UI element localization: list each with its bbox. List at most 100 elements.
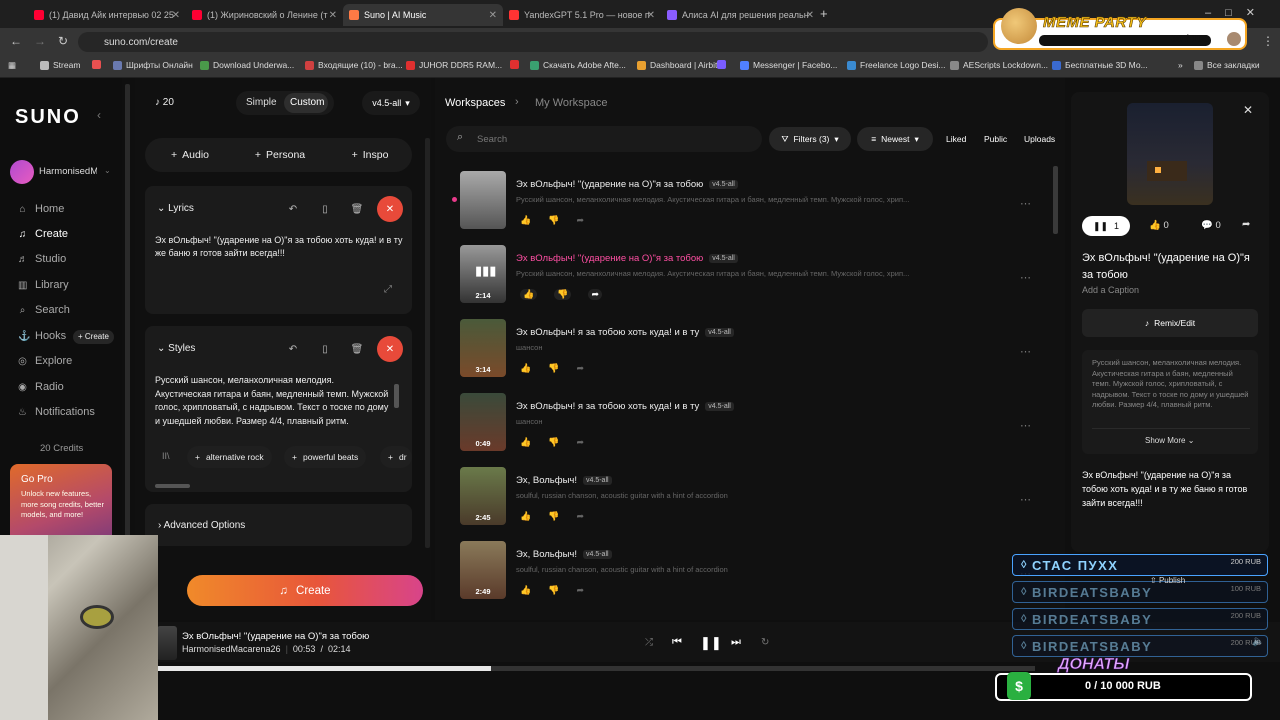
add-caption[interactable]: Add a Caption <box>1082 285 1139 295</box>
thumbs-down-icon[interactable]: 👎 <box>548 511 559 522</box>
tab-close-icon[interactable]: ✕ <box>489 10 497 21</box>
styles-header[interactable]: ⌄ Styles <box>157 343 195 354</box>
more-options-icon[interactable]: ⋯ <box>1020 271 1031 284</box>
bookmark-item[interactable]: Stream <box>40 60 80 70</box>
panel-scrollbar[interactable] <box>425 138 430 548</box>
bookmark-item[interactable]: AEScripts Lockdown... <box>950 60 1048 70</box>
style-chip[interactable]: + powerful beats <box>284 446 367 468</box>
sidebar-item-explore[interactable]: ◎ Explore <box>18 355 72 367</box>
song-row[interactable]: 3:14 Эх вОльфыч! я за тобою хоть куда! и … <box>460 319 1050 385</box>
bookmark-item[interactable]: Шрифты Онлайн <box>113 60 193 70</box>
public-filter[interactable]: Public <box>984 134 1007 144</box>
sidebar-item-library[interactable]: ▥ Library <box>18 279 69 291</box>
song-title[interactable]: Эх, Вольфыч! <box>516 549 577 560</box>
url-field[interactable]: suno.com/create <box>78 32 988 52</box>
user-menu-chevron-icon[interactable]: ⌄ <box>104 166 111 175</box>
song-row[interactable]: 0:49 Эх вОльфыч! я за тобою хоть куда! и … <box>460 393 1050 459</box>
song-title[interactable]: Эх вОльфыч! я за тобою хоть куда! и в ту <box>516 401 699 412</box>
song-thumbnail[interactable] <box>460 171 506 229</box>
thumbs-up-icon[interactable]: 👍 <box>520 289 538 300</box>
sidebar-item-home[interactable]: ⌂ Home <box>18 203 64 215</box>
bookmark-item[interactable] <box>510 60 523 69</box>
go-pro-card[interactable]: Go Pro Unlock new features, more song cr… <box>10 464 112 544</box>
share-icon[interactable]: ➦ <box>576 363 584 374</box>
browser-tab[interactable]: YandexGPT 5.1 Pro — новое п ✕ <box>503 4 661 26</box>
song-title[interactable]: Эх вОльфыч! "(ударение на О)"я за тобою <box>516 179 703 190</box>
breadcrumb-workspaces[interactable]: Workspaces <box>445 97 505 109</box>
filters-button[interactable]: ⛛ Filters (3) ▾ <box>769 127 851 151</box>
tab-close-icon[interactable]: ✕ <box>329 10 337 21</box>
reload-icon[interactable]: ↻ <box>58 34 68 48</box>
add-audio-button[interactable]: + Audio <box>160 146 220 164</box>
thumbs-down-icon[interactable]: 👎 <box>548 437 559 448</box>
browser-tab[interactable]: (1) Давид Айк интервью 02 25 ✕ <box>28 4 186 26</box>
song-row[interactable]: 2:45 Эх, Вольфыч! v4.5-all soulful, russian… <box>460 467 1050 533</box>
sidebar-item-create[interactable]: ♫ Create <box>18 228 68 240</box>
apps-grid-icon[interactable]: ▦ <box>8 60 16 71</box>
pause-icon[interactable]: ❚❚ <box>700 635 722 651</box>
back-icon[interactable]: ← <box>10 34 22 48</box>
bookmark-item[interactable]: Messenger | Facebo... <box>740 60 837 70</box>
tab-close-icon[interactable]: ✕ <box>172 10 180 21</box>
player-artist[interactable]: HarmonisedMacarena26 <box>182 644 281 654</box>
player-title[interactable]: Эх вОльфыч! "(ударение на О)"я за тобою <box>182 631 369 642</box>
sidebar-scrollbar[interactable] <box>125 84 130 554</box>
song-title[interactable]: Эх вОльфыч! я за тобою хоть куда! и в ту <box>516 327 699 338</box>
bookmarks-overflow-icon[interactable]: » <box>1178 60 1183 70</box>
thumbs-up-icon[interactable]: 👍 <box>520 363 531 374</box>
thumbs-down-icon[interactable]: 👎 <box>548 585 559 596</box>
sidebar-item-radio[interactable]: ◉ Radio <box>18 381 64 393</box>
next-icon[interactable]: ⏭ <box>731 636 741 649</box>
sort-button[interactable]: ≡ Newest ▾ <box>857 127 933 151</box>
shuffle-icon[interactable]: ⤮ <box>645 637 653 648</box>
player-cover[interactable] <box>157 626 177 660</box>
share-icon[interactable]: ➦ <box>1242 219 1250 230</box>
magic-icon[interactable]: ✕ <box>377 336 403 362</box>
show-more-button[interactable]: Show More ⌄ <box>1145 436 1194 445</box>
trash-icon[interactable]: 🗑 <box>346 198 368 220</box>
lyrics-textarea[interactable]: Эх вОльфыч! "(ударение на О)"я за тобою … <box>155 234 405 260</box>
more-options-icon[interactable]: ⋯ <box>1020 197 1031 210</box>
sidebar-item-search[interactable]: ⌕ Search <box>18 304 70 316</box>
song-thumbnail[interactable]: 2:49 <box>460 541 506 599</box>
song-thumbnail[interactable]: 3:14 <box>460 319 506 377</box>
styles-textarea[interactable]: Русский шансон, меланхоличная мелодия. А… <box>155 374 391 428</box>
thumbs-down-icon[interactable]: 👎 <box>548 215 559 226</box>
more-options-icon[interactable]: ⋯ <box>1020 345 1031 358</box>
bookmark-item[interactable] <box>92 60 105 69</box>
liked-filter[interactable]: Liked <box>946 134 966 144</box>
comment-button[interactable]: 💬 0 <box>1201 220 1221 231</box>
thumbs-up-icon[interactable]: 👍 <box>520 585 531 596</box>
remix-edit-button[interactable]: ♪ Remix/Edit <box>1082 309 1258 337</box>
uploads-filter[interactable]: Uploads <box>1024 134 1055 144</box>
browser-tab[interactable]: (1) Жириновский о Ленине (т ✕ <box>186 4 343 26</box>
play-count-button[interactable]: ❚❚ 1 <box>1082 216 1130 236</box>
sidebar-item-notifications[interactable]: ♨ Notifications <box>18 406 95 418</box>
chips-scrollbar[interactable] <box>155 484 190 488</box>
advanced-options[interactable]: › Advanced Options <box>158 520 245 531</box>
thumbs-down-icon[interactable]: 👎 <box>554 289 572 300</box>
bookmark-item[interactable]: Freelance Logo Desi... <box>847 60 946 70</box>
bookmark-item[interactable]: Бесплатные 3D Мо... <box>1052 60 1148 70</box>
hooks-create-button[interactable]: + Create <box>73 330 114 344</box>
bookmark-item[interactable]: JUHOR DDR5 RAM... <box>406 60 502 70</box>
tab-close-icon[interactable]: ✕ <box>806 10 814 21</box>
song-list-scrollbar[interactable] <box>1053 166 1058 234</box>
bookmark-item[interactable]: Входящие (10) - bra... <box>305 60 403 70</box>
publish-button[interactable]: ⇧ Publish <box>1150 576 1185 585</box>
add-persona-button[interactable]: + Persona <box>245 146 315 164</box>
song-row[interactable]: 2:14 ▮▮▮ Эх вОльфыч! "(ударение на О)"я за… <box>460 245 1050 311</box>
more-options-icon[interactable]: ⋯ <box>1020 419 1031 432</box>
song-title[interactable]: Эх вОльфыч! "(ударение на О)"я за тобою <box>516 253 703 264</box>
song-thumbnail[interactable]: 0:49 <box>460 393 506 451</box>
previous-icon[interactable]: ⏮ <box>672 636 682 649</box>
browser-tab[interactable]: Suno | AI Music ✕ <box>343 4 503 26</box>
lyrics-header[interactable]: ⌄ Lyrics <box>157 203 194 214</box>
menu-icon[interactable]: ⋮ <box>1262 34 1274 48</box>
copy-icon[interactable]: ▯ <box>314 198 336 220</box>
expand-icon[interactable]: ⤢ <box>384 284 392 295</box>
close-icon[interactable]: ✕ <box>1243 103 1253 117</box>
share-icon[interactable]: ➦ <box>588 289 602 300</box>
thumbs-down-icon[interactable]: 👎 <box>548 363 559 374</box>
style-chip[interactable]: + alternative rock <box>187 446 272 468</box>
